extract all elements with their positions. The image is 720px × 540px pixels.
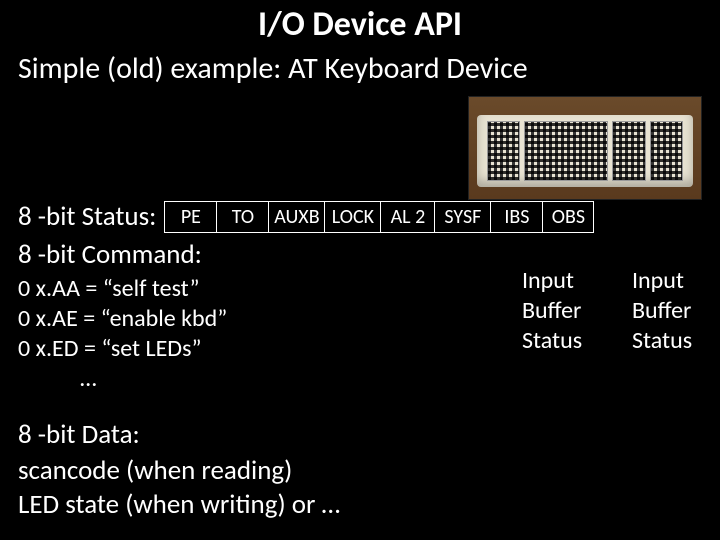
status-row: 8 -bit Status: PE TO AUXB LOCK AL 2 SYSF… bbox=[18, 200, 594, 233]
bit-lock: LOCK bbox=[324, 201, 380, 233]
command-label: 8 -bit Command: bbox=[18, 238, 202, 271]
command-list: 0 x.AA = “self test” 0 x.AE = “enable kb… bbox=[18, 274, 227, 394]
keyboard-body bbox=[477, 115, 693, 187]
status-bits: PE TO AUXB LOCK AL 2 SYSF IBS OBS bbox=[164, 201, 594, 233]
command-item: 0 x.ED = “set LEDs” bbox=[18, 334, 227, 364]
bit-al2: AL 2 bbox=[380, 201, 434, 233]
callout-line: Buffer bbox=[632, 296, 692, 326]
key-block bbox=[650, 121, 683, 181]
slide-subtitle: Simple (old) example: AT Keyboard Device bbox=[18, 50, 528, 87]
key-block bbox=[612, 121, 645, 181]
command-item: 0 x.AA = “self test” bbox=[18, 274, 227, 304]
bit-obs: OBS bbox=[542, 201, 594, 233]
keyboard-photo bbox=[468, 96, 702, 200]
callout-line: Status bbox=[522, 326, 582, 356]
callout-line: Input bbox=[522, 266, 582, 296]
bit-sysf: SYSF bbox=[434, 201, 490, 233]
callout-line: Input bbox=[632, 266, 692, 296]
data-label: 8 -bit Data: bbox=[18, 418, 140, 451]
data-lines: scancode (when reading) LED state (when … bbox=[18, 454, 340, 522]
callout-obs: Input Buffer Status bbox=[632, 266, 692, 356]
slide-title: I/O Device API bbox=[0, 4, 720, 45]
status-label: 8 -bit Status: bbox=[18, 200, 156, 233]
callout-ibs: Input Buffer Status bbox=[522, 266, 582, 356]
command-ellipsis: … bbox=[18, 364, 227, 394]
callout-line: Status bbox=[632, 326, 692, 356]
bit-to: TO bbox=[216, 201, 268, 233]
key-block bbox=[487, 121, 520, 181]
data-line: scancode (when reading) bbox=[18, 454, 340, 488]
bit-auxb: AUXB bbox=[268, 201, 324, 233]
slide: I/O Device API Simple (old) example: AT … bbox=[0, 0, 720, 540]
data-line: LED state (when writing) or … bbox=[18, 488, 340, 522]
bit-ibs: IBS bbox=[490, 201, 542, 233]
command-item: 0 x.AE = “enable kbd” bbox=[18, 304, 227, 334]
keyboard-keys bbox=[487, 121, 683, 181]
callout-line: Buffer bbox=[522, 296, 582, 326]
key-block bbox=[524, 121, 608, 181]
bit-pe: PE bbox=[164, 201, 216, 233]
